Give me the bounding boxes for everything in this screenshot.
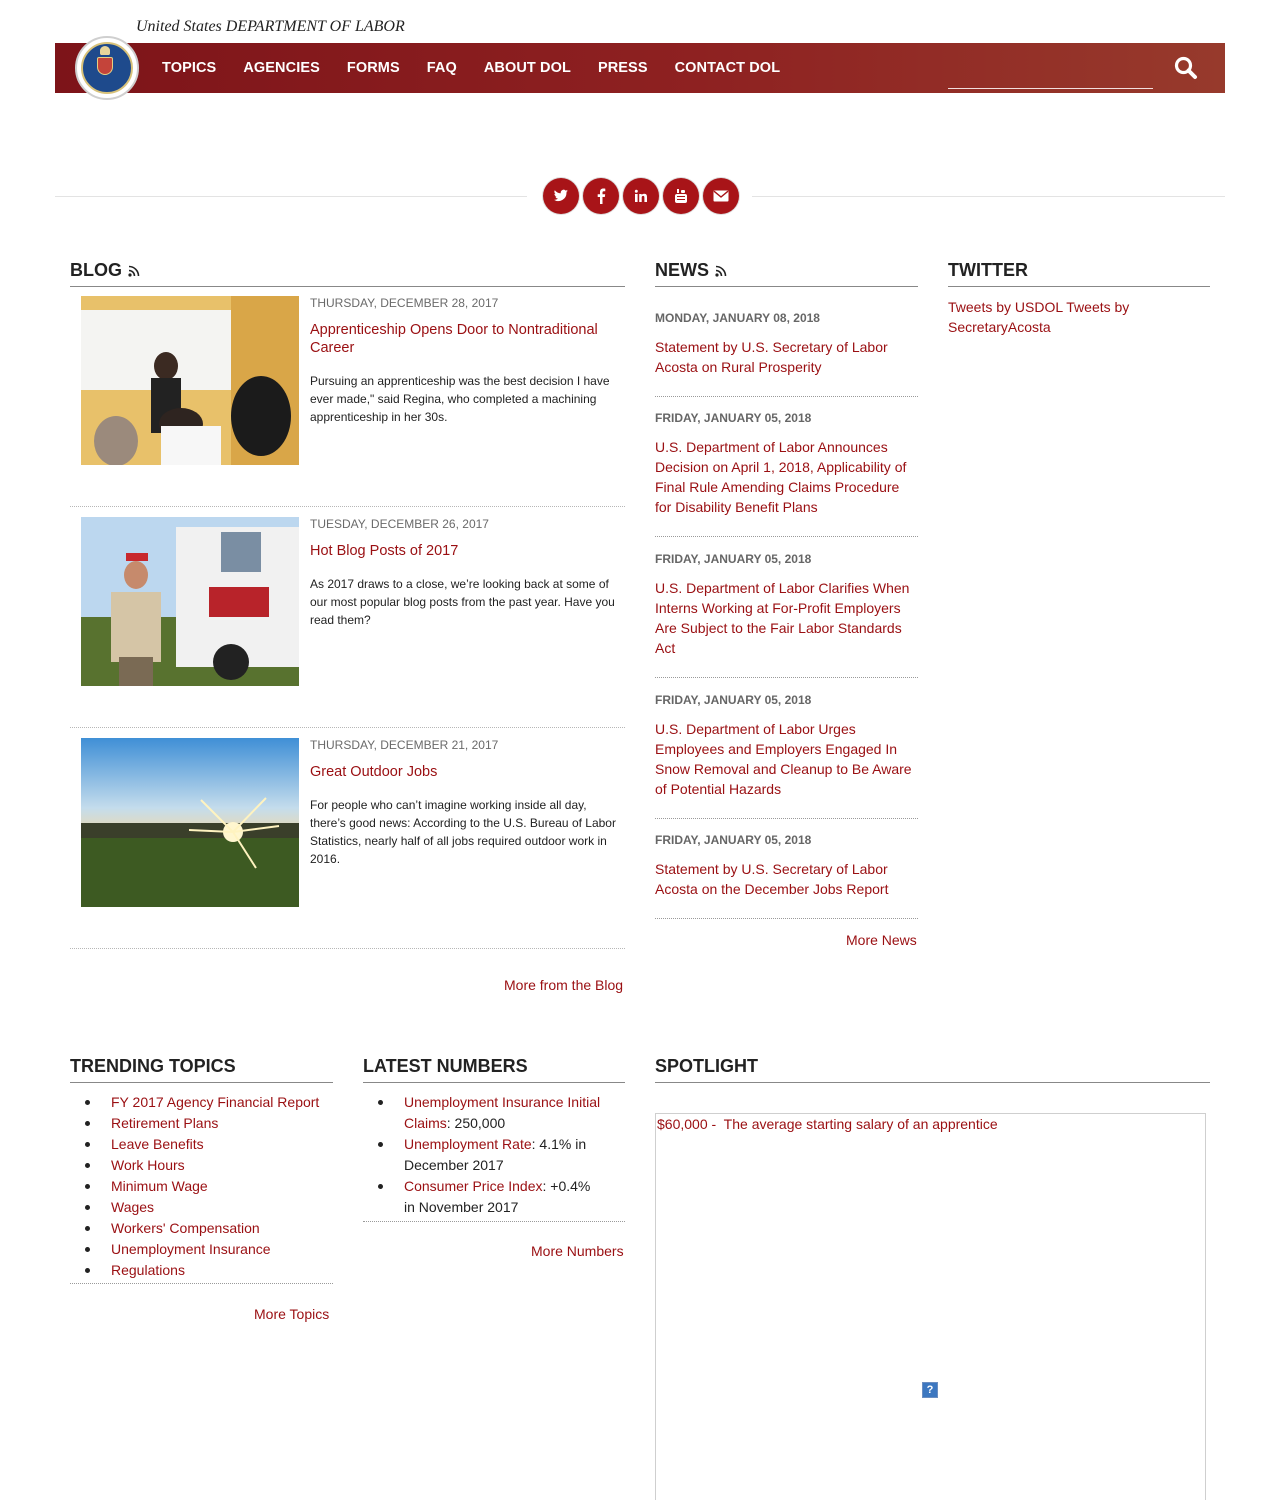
news-item: FRIDAY, JANUARY 05, 2018 U.S. Department… <box>655 537 918 678</box>
list-item: Consumer Price Index: +0.4% in November … <box>363 1176 625 1218</box>
list-item: Unemployment Insurance Initial Claims: 2… <box>363 1092 625 1134</box>
news-date: FRIDAY, JANUARY 05, 2018 <box>655 833 812 847</box>
list-item: Wages <box>70 1197 333 1218</box>
blog-image-field-sunset[interactable] <box>81 738 299 907</box>
list-item: Unemployment Insurance <box>70 1239 333 1260</box>
spotlight-link[interactable]: $60,000 - The average starting salary of… <box>657 1116 998 1132</box>
latest-numbers-title: LATEST NUMBERS <box>363 1056 625 1083</box>
blog-date: TUESDAY, DECEMBER 26, 2017 <box>310 517 489 531</box>
news-title-link[interactable]: U.S. Department of Labor Announces Decis… <box>655 437 918 517</box>
news-item: FRIDAY, JANUARY 05, 2018 U.S. Department… <box>655 397 918 537</box>
news-date: FRIDAY, JANUARY 05, 2018 <box>655 552 812 566</box>
topic-link[interactable]: Leave Benefits <box>111 1136 204 1152</box>
topic-link[interactable]: FY 2017 Agency Financial Report <box>111 1094 319 1110</box>
news-title-link[interactable]: Statement by U.S. Secretary of Labor Aco… <box>655 337 918 377</box>
facebook-icon[interactable] <box>583 178 619 214</box>
search-input[interactable] <box>948 61 1153 89</box>
nav-about-dol[interactable]: ABOUT DOL <box>484 60 571 76</box>
agency-name[interactable]: United States DEPARTMENT OF LABOR <box>136 18 405 36</box>
news-title-link[interactable]: U.S. Department of Labor Clarifies When … <box>655 578 918 658</box>
topic-link[interactable]: Minimum Wage <box>111 1178 208 1194</box>
blog-item: THURSDAY, DECEMBER 21, 2017 Great Outdoo… <box>70 728 625 949</box>
spotlight-frame: $60,000 - The average starting salary of… <box>655 1113 1206 1500</box>
list-item: FY 2017 Agency Financial Report <box>70 1092 333 1113</box>
list-item: Retirement Plans <box>70 1113 333 1134</box>
list-item: Unemployment Rate: 4.1% in December 2017 <box>363 1134 625 1176</box>
blog-title-link[interactable]: Great Outdoor Jobs <box>310 763 610 781</box>
trending-topics-list: FY 2017 Agency Financial Report Retireme… <box>70 1092 333 1284</box>
news-date: FRIDAY, JANUARY 05, 2018 <box>655 411 812 425</box>
topic-link[interactable]: Work Hours <box>111 1157 185 1173</box>
twitter-timeline-link[interactable]: Tweets by USDOL Tweets by SecretaryAcost… <box>948 297 1178 337</box>
news-title-link[interactable]: Statement by U.S. Secretary of Labor Aco… <box>655 859 918 899</box>
latest-numbers-list: Unemployment Insurance Initial Claims: 2… <box>363 1092 625 1222</box>
blog-summary: Pursuing an apprenticeship was the best … <box>310 374 610 424</box>
blog-title-link[interactable]: Apprenticeship Opens Door to Nontraditio… <box>310 321 610 357</box>
news-date: MONDAY, JANUARY 08, 2018 <box>655 311 820 325</box>
blog-title-link[interactable]: Hot Blog Posts of 2017 <box>310 542 610 560</box>
nav-menu: TOPICS AGENCIES FORMS FAQ ABOUT DOL PRES… <box>162 43 807 93</box>
news-item: MONDAY, JANUARY 08, 2018 Statement by U.… <box>655 286 918 397</box>
twitter-icon[interactable] <box>543 178 579 214</box>
numbers-heading: LATEST NUMBERS <box>363 1056 528 1076</box>
news-title-link[interactable]: U.S. Department of Labor Urges Employees… <box>655 719 918 799</box>
list-item: Work Hours <box>70 1155 333 1176</box>
divider <box>752 196 1225 197</box>
blog-heading: BLOG <box>70 260 122 280</box>
main-navigation-bar: TOPICS AGENCIES FORMS FAQ ABOUT DOL PRES… <box>55 36 1225 100</box>
twitter-section-title: TWITTER <box>948 260 1210 287</box>
blog-date: THURSDAY, DECEMBER 28, 2017 <box>310 296 499 310</box>
social-links <box>543 178 743 214</box>
news-item: FRIDAY, JANUARY 05, 2018 Statement by U.… <box>655 819 918 919</box>
topic-link[interactable]: Workers' Compensation <box>111 1220 260 1236</box>
number-value: : 250,000 <box>446 1115 506 1131</box>
blog-section-title: BLOG <box>70 260 625 287</box>
list-item: Regulations <box>70 1260 333 1281</box>
rss-icon[interactable] <box>715 265 727 277</box>
nav-forms[interactable]: FORMS <box>347 60 400 76</box>
blog-image-classroom[interactable] <box>81 296 299 465</box>
news-section-title: NEWS <box>655 260 918 287</box>
number-link[interactable]: Consumer Price Index <box>404 1178 543 1194</box>
trending-topics-title: TRENDING TOPICS <box>70 1056 333 1083</box>
topic-link[interactable]: Wages <box>111 1199 154 1215</box>
blog-item: TUESDAY, DECEMBER 26, 2017 Hot Blog Post… <box>70 507 625 728</box>
topic-link[interactable]: Unemployment Insurance <box>111 1241 271 1257</box>
blog-summary: As 2017 draws to a close, we’re looking … <box>310 577 615 627</box>
nav-agencies[interactable]: AGENCIES <box>243 60 320 76</box>
news-date: FRIDAY, JANUARY 05, 2018 <box>655 693 812 707</box>
blog-date: THURSDAY, DECEMBER 21, 2017 <box>310 738 499 752</box>
spotlight-heading: SPOTLIGHT <box>655 1056 758 1076</box>
topic-link[interactable]: Regulations <box>111 1262 185 1278</box>
twitter-heading: TWITTER <box>948 260 1028 280</box>
linkedin-icon[interactable] <box>623 178 659 214</box>
blog-summary: For people who can’t imagine working ins… <box>310 798 616 866</box>
list-item: Minimum Wage <box>70 1176 333 1197</box>
blog-image-truck-worker[interactable] <box>81 517 299 686</box>
blog-item: THURSDAY, DECEMBER 28, 2017 Apprenticesh… <box>70 286 625 507</box>
news-heading: NEWS <box>655 260 709 280</box>
rss-icon[interactable] <box>128 265 140 277</box>
more-blog-link[interactable]: More from the Blog <box>504 977 623 993</box>
dol-seal-logo[interactable] <box>75 36 139 100</box>
trending-heading: TRENDING TOPICS <box>70 1056 236 1076</box>
nav-contact-dol[interactable]: CONTACT DOL <box>675 60 781 76</box>
news-item: FRIDAY, JANUARY 05, 2018 U.S. Department… <box>655 678 918 819</box>
list-item: Leave Benefits <box>70 1134 333 1155</box>
topic-link[interactable]: Retirement Plans <box>111 1115 218 1131</box>
list-item: Workers' Compensation <box>70 1218 333 1239</box>
more-numbers-link[interactable]: More Numbers <box>531 1243 624 1259</box>
search-icon[interactable] <box>1173 55 1199 81</box>
broken-image-icon: ? <box>922 1382 938 1398</box>
nav-topics[interactable]: TOPICS <box>162 60 216 76</box>
youtube-icon[interactable] <box>663 178 699 214</box>
more-news-link[interactable]: More News <box>846 932 917 948</box>
number-link[interactable]: Unemployment Rate <box>404 1136 532 1152</box>
nav-press[interactable]: PRESS <box>598 60 648 76</box>
nav-faq[interactable]: FAQ <box>427 60 457 76</box>
email-icon[interactable] <box>703 178 739 214</box>
more-topics-link[interactable]: More Topics <box>254 1306 329 1322</box>
spotlight-title: SPOTLIGHT <box>655 1056 1210 1083</box>
divider <box>55 196 527 197</box>
